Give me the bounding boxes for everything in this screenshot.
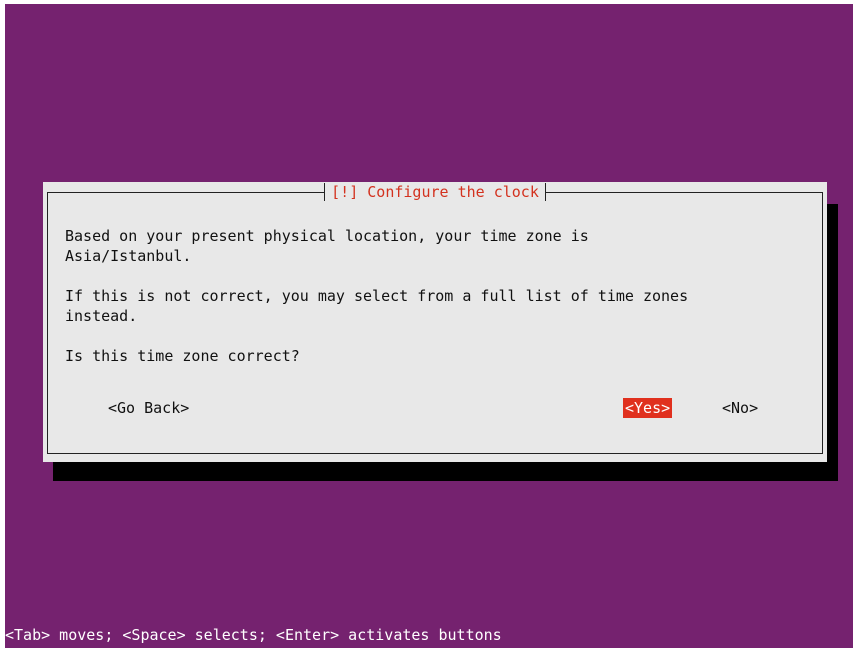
dialog-title-bar: [!] Configure the clock (43, 182, 827, 202)
installer-screen: [!] Configure the clock Based on your pr… (5, 4, 853, 648)
dialog-body: Based on your present physical location,… (65, 226, 815, 386)
location-paragraph: Based on your present physical location,… (65, 227, 589, 265)
yes-button[interactable]: <Yes> (623, 398, 673, 418)
configure-clock-dialog: [!] Configure the clock Based on your pr… (43, 182, 827, 462)
no-button[interactable]: <No> (720, 398, 760, 418)
incorrect-paragraph: If this is not correct, you may select f… (65, 287, 689, 325)
keyboard-hint: <Tab> moves; <Space> selects; <Enter> ac… (5, 626, 502, 644)
question-text: Is this time zone correct? (65, 347, 300, 365)
dialog-title: [!] Configure the clock (324, 183, 546, 201)
go-back-button[interactable]: <Go Back> (106, 398, 191, 418)
